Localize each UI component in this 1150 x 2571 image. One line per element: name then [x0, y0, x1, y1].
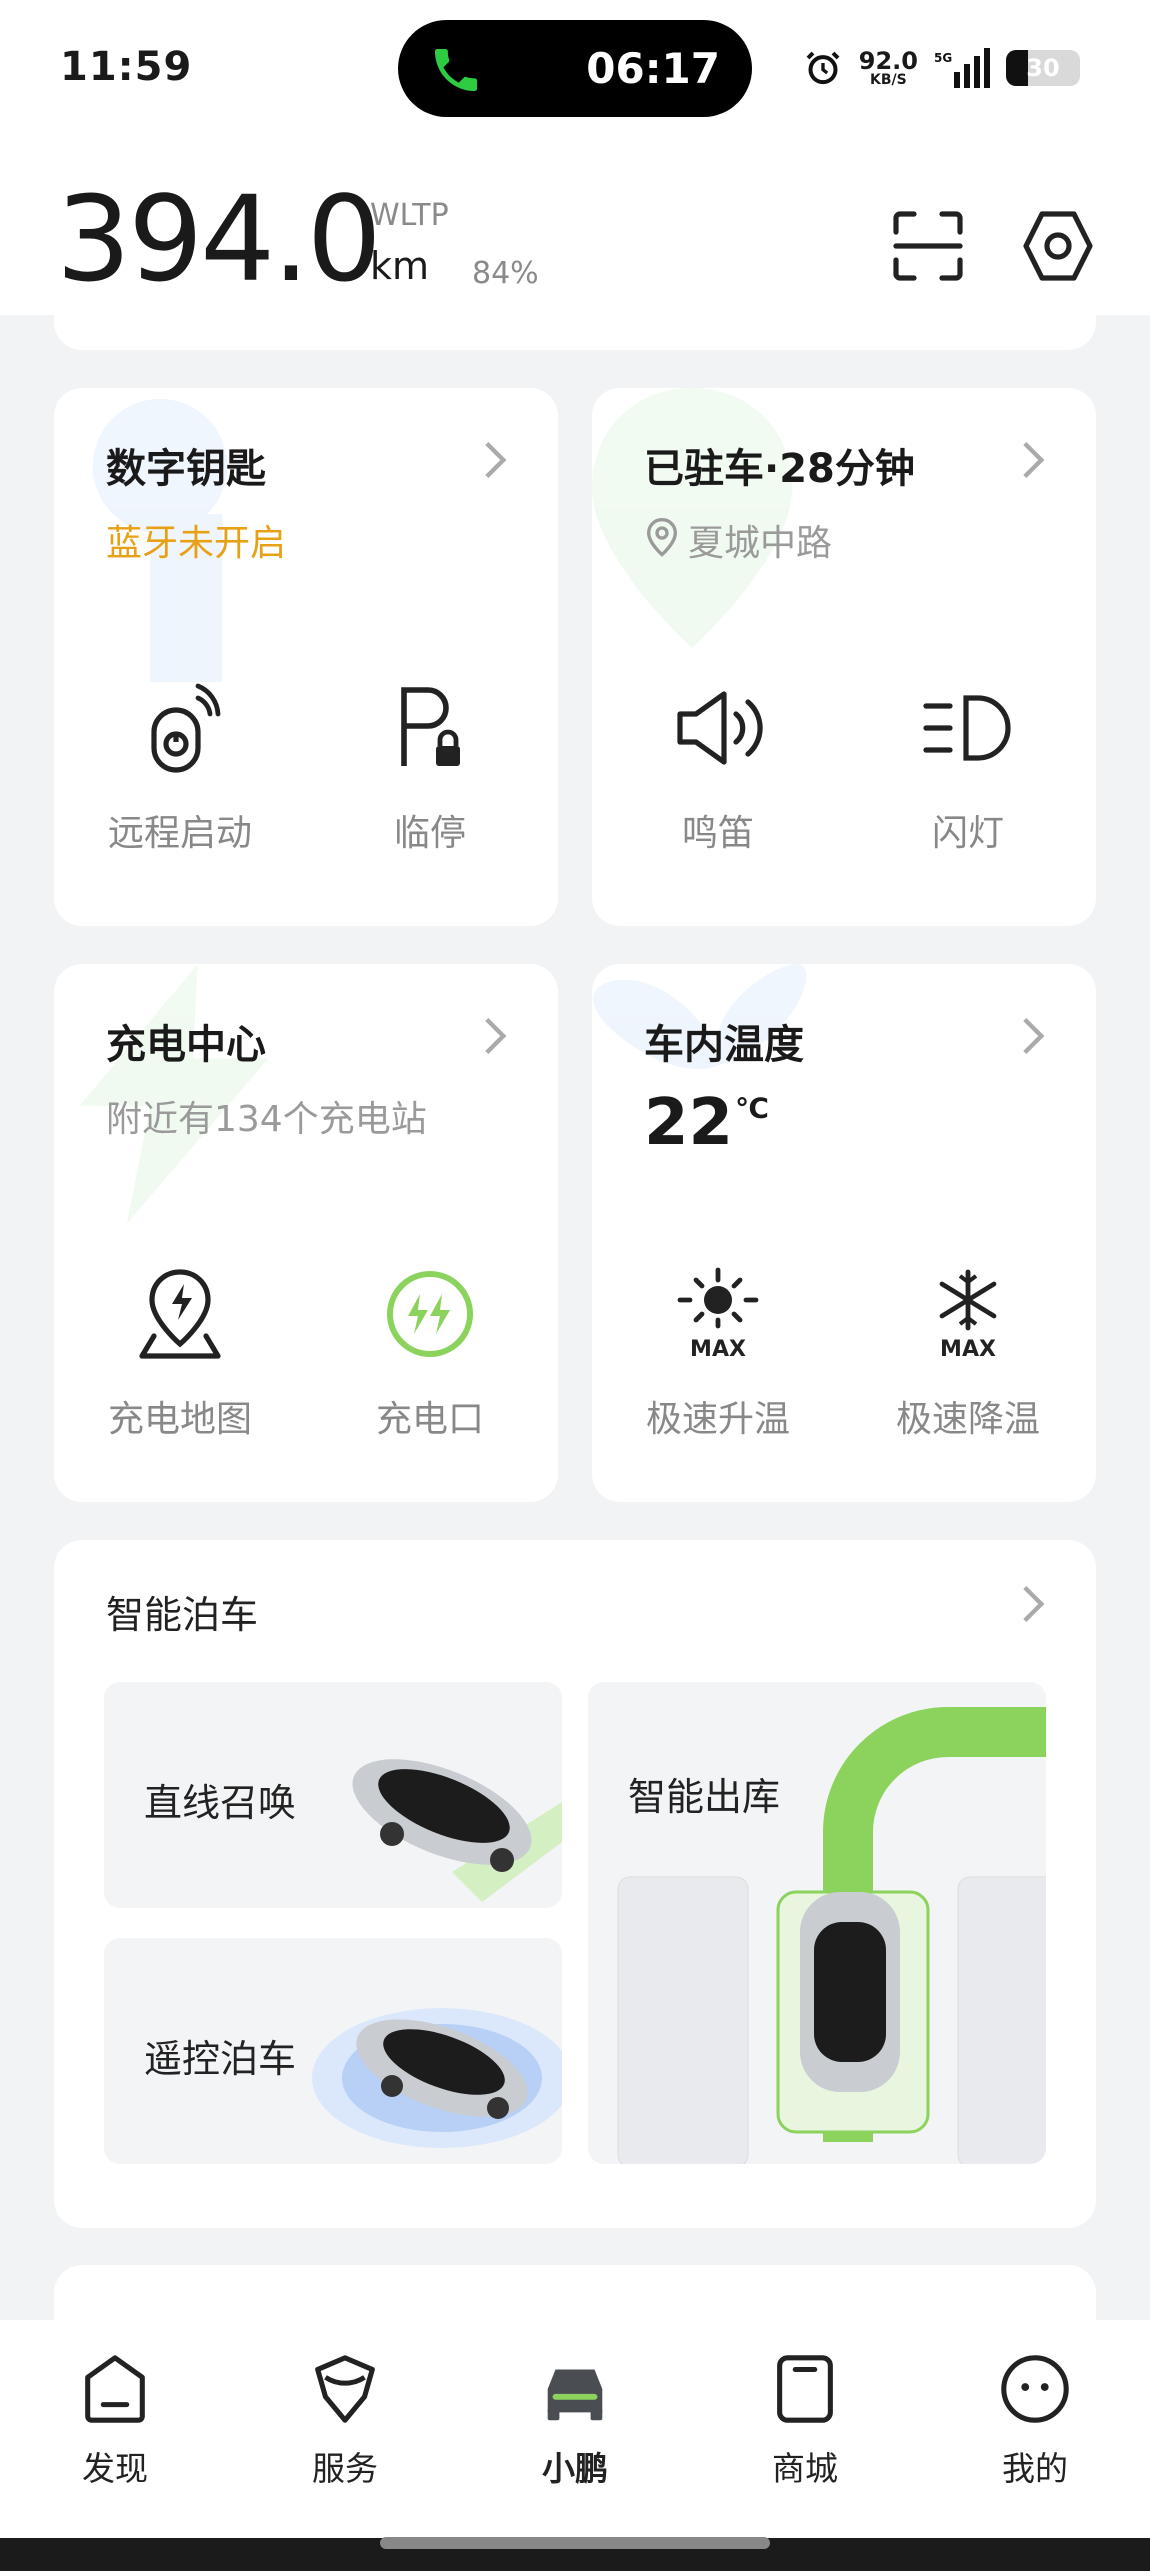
smart-parking-card: 智能泊车 直线召唤 遥控泊车 智能出库 — [54, 1540, 1096, 2228]
location-pin-icon — [646, 518, 678, 557]
max-cool-button[interactable]: MAX 极速降温 — [868, 1264, 1068, 1442]
remote-parking-tile[interactable]: 遥控泊车 — [104, 1938, 562, 2164]
horn-button[interactable]: 鸣笛 — [618, 678, 818, 856]
temp-parking-button[interactable]: 临停 — [330, 678, 530, 856]
range-standard: WLTP — [370, 198, 449, 233]
home-indicator[interactable] — [380, 2537, 770, 2549]
chevron-right-icon[interactable] — [1016, 1014, 1052, 1058]
range-header: 394.0 WLTP km 84% — [0, 140, 1150, 315]
parked-location: 夏城中路 — [688, 523, 833, 564]
temp-parking-icon — [401, 687, 460, 766]
range-unit: km — [370, 244, 430, 288]
chevron-right-icon[interactable] — [1016, 1582, 1052, 1626]
parked-title: 已驻车·28分钟 — [644, 446, 915, 492]
charging-port-button[interactable]: 充电口 — [330, 1264, 530, 1442]
remote-start-icon — [151, 683, 221, 773]
max-cool-icon: MAX — [939, 1269, 997, 1362]
settings-icon[interactable] — [1018, 206, 1098, 286]
discover-icon — [85, 2355, 145, 2423]
bluetooth-status: 蓝牙未开启 — [106, 523, 287, 564]
charging-center-card[interactable]: 充电中心 附近有134个充电站 充电地图 充电口 — [54, 964, 558, 1502]
chevron-right-icon[interactable] — [1016, 438, 1052, 482]
digital-key-title: 数字钥匙 — [106, 446, 266, 492]
car-icon — [547, 2369, 603, 2421]
remote-start-button[interactable]: 远程启动 — [80, 678, 280, 856]
charging-center-title: 充电中心 — [106, 1022, 266, 1068]
battery-percent: 84% — [472, 256, 539, 291]
mall-icon — [777, 2355, 833, 2423]
nav-mall[interactable]: 商城 — [720, 2350, 890, 2490]
collapsed-card-edge — [54, 300, 1096, 350]
charging-map-button[interactable]: 充电地图 — [80, 1264, 280, 1442]
signal-icon: 5G — [934, 48, 990, 88]
status-time: 11:59 — [60, 44, 193, 90]
profile-icon — [1001, 2355, 1069, 2423]
scan-icon[interactable] — [888, 206, 968, 286]
svg-text:5G: 5G — [934, 51, 952, 65]
status-bar: 11:59 06:17 92.0 KB/S 5G 30 — [0, 0, 1150, 140]
straight-summon-label: 直线召唤 — [144, 1781, 297, 1825]
smart-exit-tile[interactable]: 智能出库 — [588, 1682, 1046, 2164]
charging-stations-nearby: 附近有134个充电站 — [106, 1099, 427, 1140]
range-value: 394.0 — [56, 170, 382, 308]
max-heat-button[interactable]: MAX 极速升温 — [618, 1264, 818, 1442]
charging-map-icon — [139, 1269, 221, 1359]
nav-xpeng[interactable]: 小鹏 — [490, 2350, 660, 2490]
horn-icon — [677, 691, 763, 765]
cabin-temperature-card[interactable]: 车内温度 22℃ MAX 极速升温 MAX 极速降温 — [592, 964, 1096, 1502]
flash-light-button[interactable]: 闪灯 — [868, 678, 1068, 856]
chevron-right-icon[interactable] — [478, 438, 514, 482]
alarm-icon — [806, 51, 840, 85]
nav-discover[interactable]: 发现 — [30, 2350, 200, 2490]
car-remote-illustration — [312, 2008, 562, 2148]
service-icon — [315, 2355, 375, 2423]
call-pill[interactable]: 06:17 — [398, 20, 752, 117]
digital-key-card[interactable]: 数字钥匙 蓝牙未开启 远程启动 临停 — [54, 388, 558, 926]
car-summon-illustration — [352, 1759, 562, 1902]
bottom-navigation: 发现 服务 小鹏 商城 我的 — [0, 2320, 1150, 2566]
smart-parking-title: 智能泊车 — [106, 1593, 259, 1637]
chevron-right-icon[interactable] — [478, 1014, 514, 1058]
cabin-temperature-title: 车内温度 — [644, 1022, 804, 1068]
max-heat-icon: MAX — [677, 1267, 759, 1362]
remote-parking-label: 遥控泊车 — [144, 2037, 297, 2081]
nav-service[interactable]: 服务 — [260, 2350, 430, 2490]
svg-text:MAX: MAX — [690, 1337, 746, 1362]
phone-icon — [435, 49, 477, 91]
battery-indicator: 30 — [1006, 50, 1080, 86]
svg-text:MAX: MAX — [940, 1337, 996, 1362]
nav-profile[interactable]: 我的 — [950, 2350, 1120, 2490]
call-timer: 06:17 — [586, 44, 720, 93]
flash-light-icon — [923, 695, 1011, 761]
car-exit-illustration — [617, 1707, 1046, 2164]
network-speed: 92.0 KB/S — [858, 47, 918, 88]
cabin-temperature-value: 22℃ — [644, 1086, 769, 1160]
charging-port-icon — [387, 1271, 473, 1357]
straight-summon-tile[interactable]: 直线召唤 — [104, 1682, 562, 1908]
parked-card[interactable]: 已驻车·28分钟 夏城中路 鸣笛 闪灯 — [592, 388, 1096, 926]
